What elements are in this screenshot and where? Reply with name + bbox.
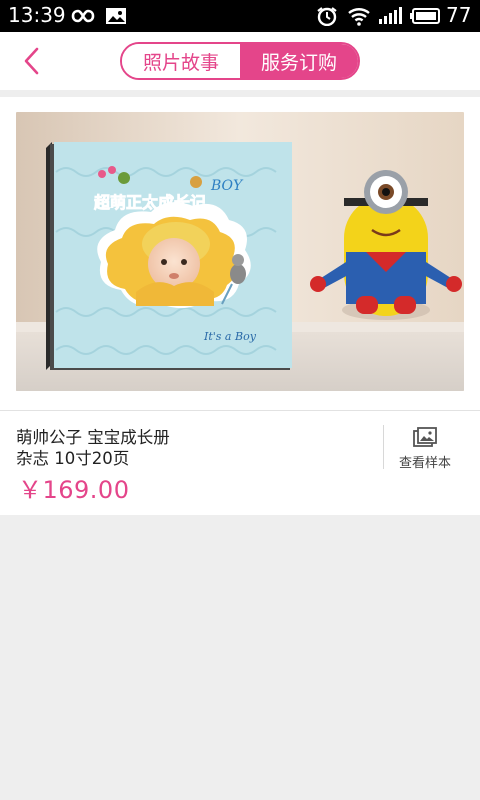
battery-level: 77 <box>446 3 472 27</box>
tab-service-order[interactable]: 服务订购 <box>240 44 358 78</box>
cover-script: It's a Boy <box>203 330 257 343</box>
battery-icon <box>410 8 440 24</box>
segmented-control: 照片故事 服务订购 <box>120 42 360 80</box>
alarm-icon <box>317 7 337 26</box>
view-sample-label: 查看样本 <box>398 456 451 471</box>
wifi-icon <box>348 8 370 26</box>
tab-photo-story[interactable]: 照片故事 <box>122 44 240 78</box>
product-price: ￥169.00 <box>18 476 130 504</box>
card-divider <box>0 410 480 411</box>
product-spec: 杂志 10寸20页 <box>16 449 130 468</box>
header: 照片故事 服务订购 <box>0 32 480 90</box>
product-card[interactable]: 超萌正太成长记 BOY It's a Boy 萌帅公子 宝宝成长册 杂志 10寸… <box>0 97 480 515</box>
image-icon <box>106 8 126 24</box>
product-photo[interactable]: 超萌正太成长记 BOY It's a Boy <box>16 112 464 391</box>
status-time: 13:39 <box>8 3 66 27</box>
status-bar: 13:39 77 <box>0 0 480 32</box>
signal-icon <box>379 7 402 24</box>
header-gap <box>0 90 480 97</box>
product-image: 超萌正太成长记 BOY It's a Boy <box>16 112 464 391</box>
view-sample-button[interactable]: 查看样本 <box>386 423 464 471</box>
gallery-icon <box>413 427 437 447</box>
sample-divider <box>383 425 384 469</box>
chevron-left-icon <box>24 47 39 75</box>
back-button[interactable] <box>16 44 48 78</box>
infinity-icon <box>71 9 95 23</box>
cover-boy-label: BOY <box>210 178 244 194</box>
